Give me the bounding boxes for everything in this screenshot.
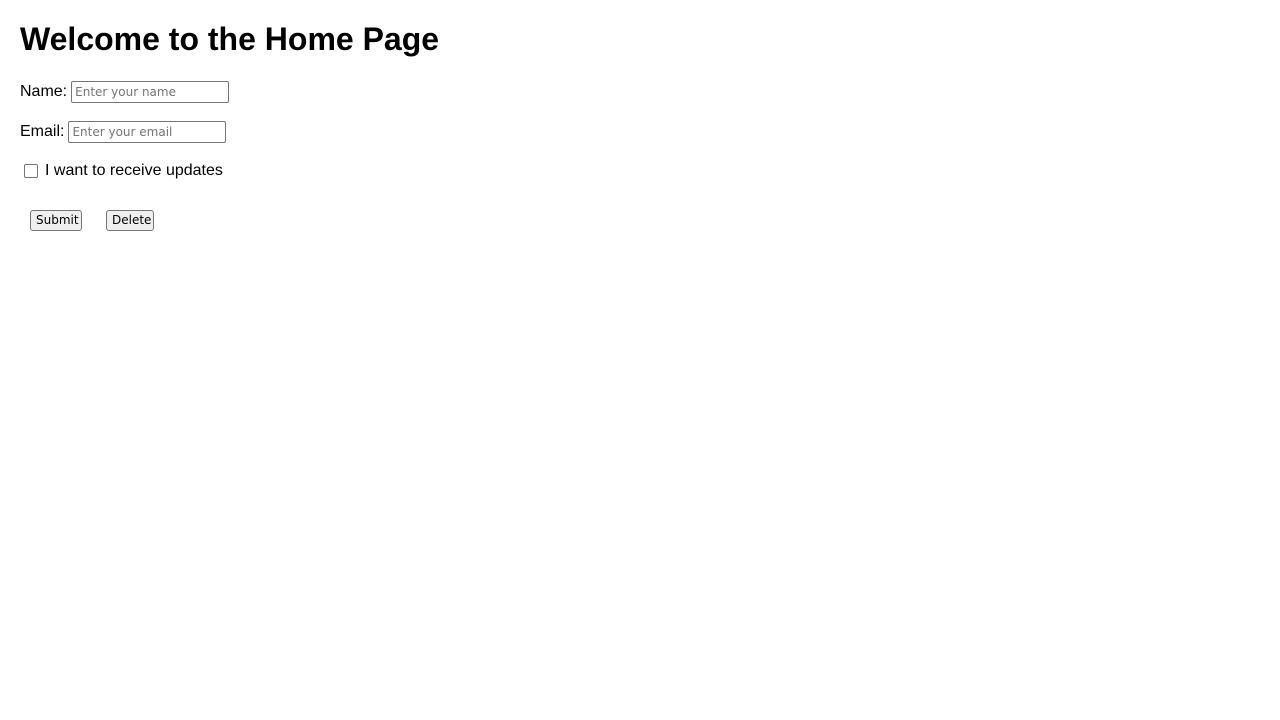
name-input[interactable] bbox=[71, 81, 230, 103]
updates-checkbox[interactable] bbox=[24, 164, 38, 178]
updates-label: I want to receive updates bbox=[45, 162, 223, 179]
email-row: Email: bbox=[20, 121, 227, 143]
delete-button[interactable]: Delete bbox=[106, 210, 154, 231]
email-input[interactable] bbox=[68, 121, 227, 143]
name-label: Name: bbox=[20, 83, 68, 100]
submit-button[interactable]: Submit bbox=[30, 210, 82, 231]
page-title: Welcome to the Home Page bbox=[20, 21, 440, 57]
home-page: Welcome to the Home Page Name: Email: I … bbox=[0, 0, 1280, 720]
updates-row: I want to receive updates bbox=[24, 161, 223, 181]
name-row: Name: bbox=[20, 81, 230, 103]
email-label: Email: bbox=[20, 123, 65, 140]
